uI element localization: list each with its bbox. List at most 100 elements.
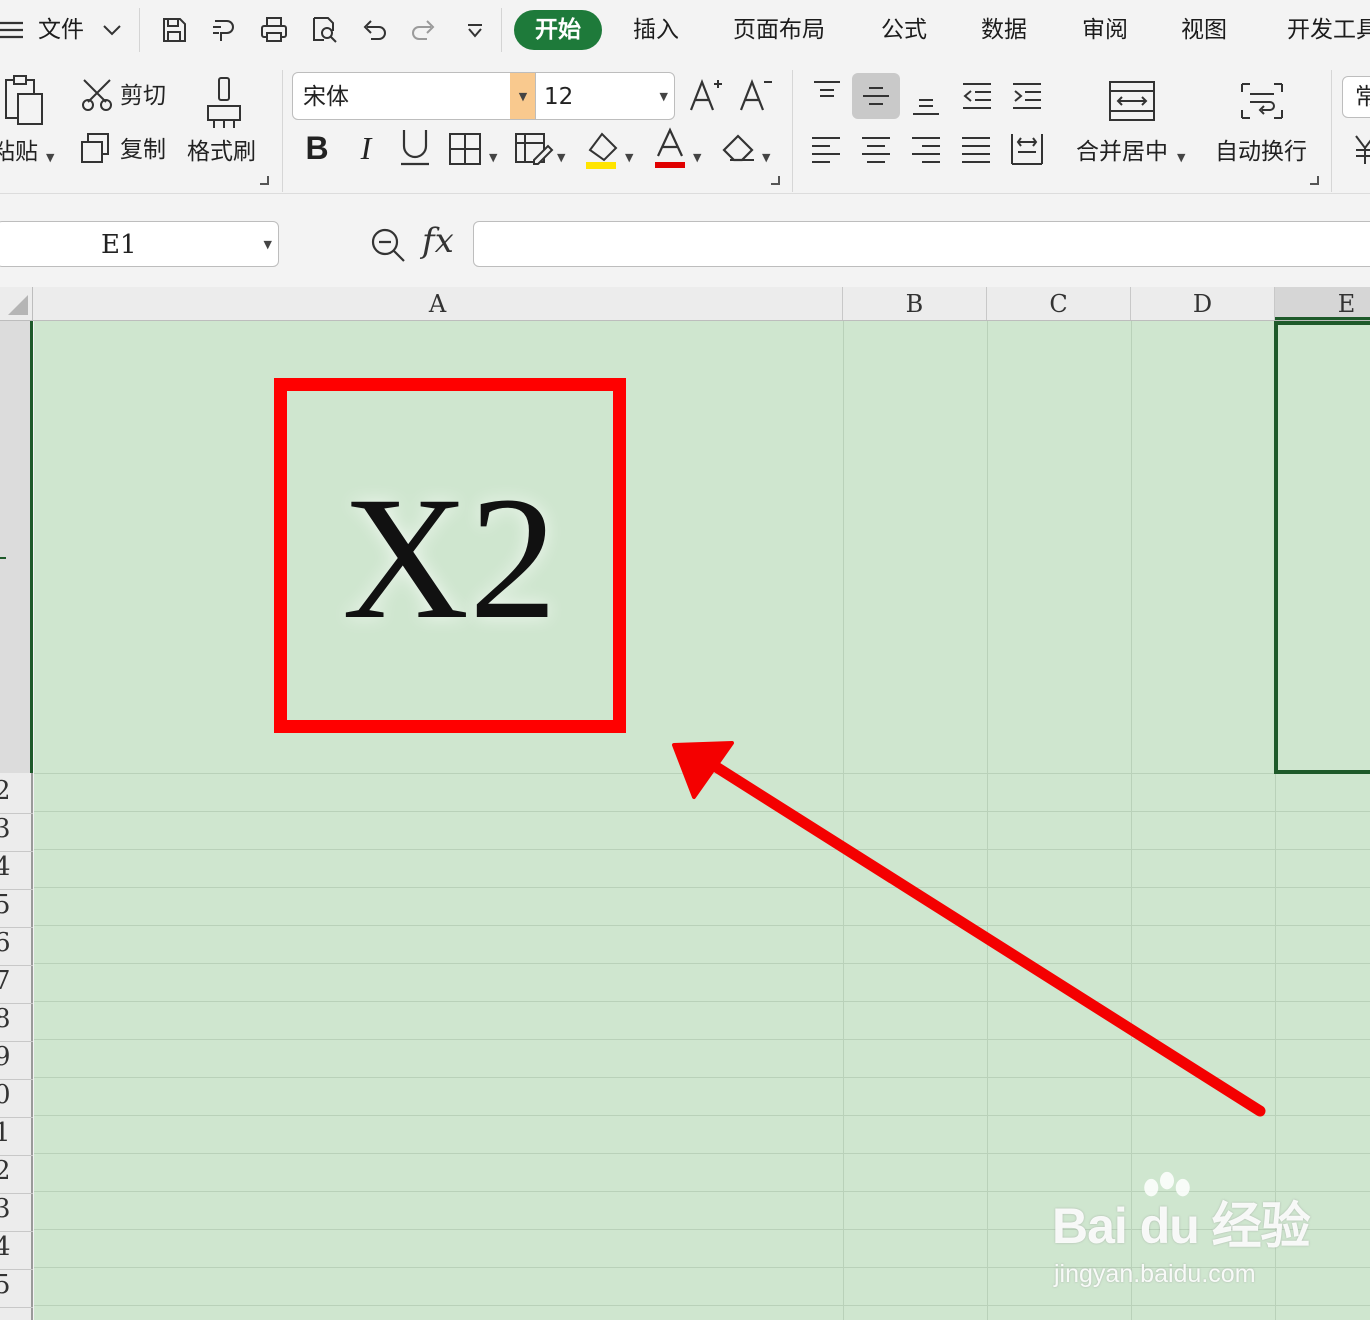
column-header-b[interactable]: B bbox=[843, 287, 987, 320]
format-painter-brush-icon[interactable] bbox=[204, 76, 244, 130]
column-header-a[interactable]: A bbox=[33, 287, 843, 320]
print-icon[interactable] bbox=[256, 12, 292, 48]
font-size-value: 12 bbox=[544, 84, 574, 110]
row-header[interactable]: 8 bbox=[0, 1004, 33, 1042]
copy-icon[interactable] bbox=[80, 132, 112, 164]
borders-icon[interactable] bbox=[448, 132, 482, 166]
column-header-e[interactable]: E bbox=[1275, 287, 1370, 320]
decrease-indent-icon[interactable] bbox=[959, 80, 995, 112]
row-header[interactable]: 7 bbox=[0, 966, 33, 1004]
fill-color-icon[interactable] bbox=[584, 128, 622, 170]
merge-center-dropdown-caret[interactable]: ▼ bbox=[1177, 144, 1185, 172]
hamburger-menu-icon[interactable] bbox=[0, 12, 30, 48]
wrap-text-icon[interactable] bbox=[1238, 80, 1286, 122]
formula-input[interactable] bbox=[473, 221, 1370, 267]
tab-data[interactable]: 数据 bbox=[981, 14, 1027, 46]
print-preview-icon[interactable] bbox=[306, 12, 342, 48]
insert-function-button[interactable]: fx bbox=[422, 221, 454, 261]
row-header[interactable]: 4 bbox=[0, 852, 33, 890]
row-header[interactable]: 3 bbox=[0, 1194, 33, 1232]
align-middle-icon[interactable] bbox=[859, 82, 893, 112]
formula-bar: E1 ▼ fx bbox=[0, 195, 1370, 287]
undo-icon[interactable] bbox=[356, 12, 392, 48]
file-menu[interactable]: 文件 bbox=[38, 14, 84, 46]
number-format-select[interactable]: 常 bbox=[1342, 76, 1370, 118]
row-header[interactable]: 9 bbox=[0, 1042, 33, 1080]
watermark-brand: Bai du 经验 bbox=[1052, 1198, 1311, 1254]
bold-button[interactable]: B bbox=[301, 128, 333, 168]
row-header[interactable]: 3 bbox=[0, 814, 33, 852]
column-header-d[interactable]: D bbox=[1131, 287, 1275, 320]
increase-indent-icon[interactable] bbox=[1009, 80, 1045, 112]
tab-review[interactable]: 审阅 bbox=[1082, 14, 1128, 46]
chevron-down-icon[interactable] bbox=[94, 12, 130, 48]
row-header[interactable]: 0 bbox=[0, 1080, 33, 1118]
copy-label[interactable]: 复制 bbox=[120, 136, 166, 164]
borders-dropdown-caret[interactable]: ▼ bbox=[489, 144, 497, 172]
font-size-select[interactable]: 12 ▼ bbox=[535, 72, 675, 120]
redo-icon[interactable] bbox=[406, 12, 442, 48]
font-dialog-launcher[interactable] bbox=[771, 176, 780, 185]
tab-developer[interactable]: 开发工具 bbox=[1287, 14, 1370, 46]
tab-home[interactable]: 开始 bbox=[514, 10, 602, 50]
save-icon[interactable] bbox=[156, 12, 192, 48]
ribbon-home: 粘贴 ▼ 剪切 复制 格式刷 宋体 ▼ 12 ▼ B I ▼ ▼ ▼ ▼ ▼ 合… bbox=[0, 62, 1370, 194]
row-header-1[interactable] bbox=[0, 321, 33, 773]
row-header[interactable]: 2 bbox=[0, 1156, 33, 1194]
align-right-icon[interactable] bbox=[909, 134, 943, 164]
align-left-icon[interactable] bbox=[809, 134, 843, 164]
scissors-icon[interactable] bbox=[80, 78, 114, 112]
paste-icon[interactable] bbox=[2, 74, 50, 132]
font-color-icon[interactable] bbox=[652, 126, 688, 170]
cell-style-icon[interactable] bbox=[514, 130, 554, 168]
font-name-dropdown-icon[interactable]: ▼ bbox=[510, 73, 536, 119]
tab-formulas[interactable]: 公式 bbox=[881, 14, 927, 46]
sheet-grid[interactable]: X2 Bai du 经验 jingyan.baidu.com bbox=[34, 321, 1370, 1320]
separator bbox=[282, 70, 283, 192]
paste-label[interactable]: 粘贴 bbox=[0, 138, 38, 166]
row-header[interactable]: 2 bbox=[0, 776, 33, 814]
font-name-select[interactable]: 宋体 ▼ bbox=[292, 72, 536, 120]
justify-icon[interactable] bbox=[959, 134, 993, 164]
align-bottom-icon[interactable] bbox=[909, 88, 943, 118]
fill-color-dropdown-caret[interactable]: ▼ bbox=[625, 144, 633, 172]
clear-dropdown-caret[interactable]: ▼ bbox=[762, 144, 770, 172]
clipboard-dialog-launcher[interactable] bbox=[260, 176, 269, 185]
paste-dropdown-caret[interactable]: ▼ bbox=[46, 144, 54, 172]
alignment-dialog-launcher[interactable] bbox=[1310, 176, 1319, 185]
name-box-dropdown-icon[interactable]: ▼ bbox=[264, 222, 272, 266]
format-painter-icon[interactable] bbox=[206, 12, 242, 48]
currency-format-icon[interactable] bbox=[1350, 134, 1370, 164]
italic-button[interactable]: I bbox=[350, 128, 382, 168]
row-header[interactable]: 5 bbox=[0, 890, 33, 928]
distributed-align-icon[interactable] bbox=[1009, 132, 1045, 166]
clear-format-eraser-icon[interactable] bbox=[720, 130, 758, 166]
align-center-icon[interactable] bbox=[859, 134, 893, 164]
zoom-out-icon[interactable] bbox=[368, 225, 408, 265]
tab-insert[interactable]: 插入 bbox=[633, 14, 679, 46]
increase-font-size-icon[interactable] bbox=[688, 76, 724, 114]
align-top-icon[interactable] bbox=[810, 78, 844, 108]
tab-page-layout[interactable]: 页面布局 bbox=[733, 14, 825, 46]
row-header[interactable]: 5 bbox=[0, 1270, 33, 1308]
decrease-font-size-icon[interactable] bbox=[738, 76, 774, 114]
customize-quick-access-icon[interactable] bbox=[457, 12, 493, 48]
underline-button[interactable] bbox=[398, 126, 432, 170]
row-header[interactable]: 1 bbox=[0, 1118, 33, 1156]
tab-view[interactable]: 视图 bbox=[1181, 14, 1227, 46]
name-box[interactable]: E1 ▼ bbox=[0, 221, 279, 267]
cut-label[interactable]: 剪切 bbox=[120, 82, 166, 110]
row-header[interactable]: 6 bbox=[0, 928, 33, 966]
select-all-corner[interactable] bbox=[0, 287, 33, 320]
wrap-text-label[interactable]: 自动换行 bbox=[1215, 138, 1307, 166]
merge-center-icon[interactable] bbox=[1108, 80, 1156, 122]
merge-center-label[interactable]: 合并居中 bbox=[1076, 138, 1168, 166]
cell-style-dropdown-caret[interactable]: ▼ bbox=[557, 144, 565, 172]
format-painter-label[interactable]: 格式刷 bbox=[187, 138, 256, 166]
column-header-c[interactable]: C bbox=[987, 287, 1131, 320]
number-format-value: 常 bbox=[1355, 84, 1370, 110]
font-size-dropdown-icon[interactable]: ▼ bbox=[660, 73, 668, 119]
row-header[interactable]: 4 bbox=[0, 1232, 33, 1270]
watermark-url: jingyan.baidu.com bbox=[1054, 1260, 1256, 1288]
font-color-dropdown-caret[interactable]: ▼ bbox=[693, 144, 701, 172]
